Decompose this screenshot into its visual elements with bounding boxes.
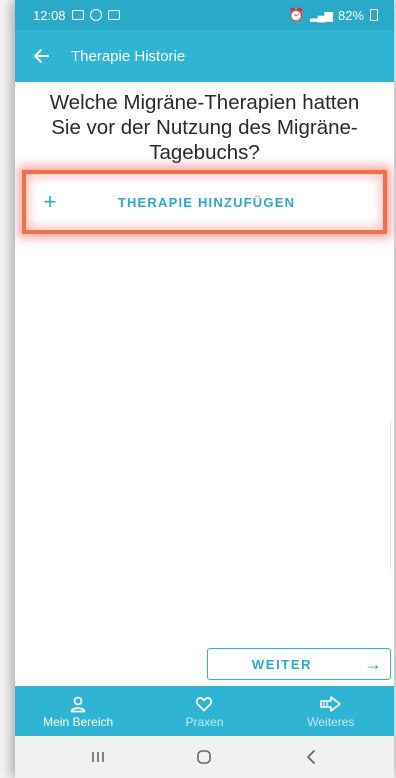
nav-label: Mein Bereich [43,714,114,729]
whatsapp-notification-icon [89,9,102,21]
nav-item-mein-bereich[interactable]: Mein Bereich [15,686,141,736]
mail-notification-icon [107,10,120,20]
status-left: 12:08 [33,8,120,23]
next-button[interactable]: WEITER → [207,648,391,680]
phone-screen: 12:08 ⏰ ▂▄▆ 82% Therapie Historie Welche… [15,0,394,778]
battery-icon [370,9,378,21]
app-title: Therapie Historie [71,47,186,65]
plus-icon: + [43,189,57,214]
status-right: ⏰ ▂▄▆ 82% [288,7,378,23]
signal-icon: ▂▄▆ [310,9,333,22]
recent-apps-icon [92,752,104,762]
bottom-navigation: Mein Bereich Praxen Weiteres [15,686,394,736]
arrow-right-outline-icon [319,694,343,714]
nav-item-weiteres[interactable]: Weiteres [268,686,394,736]
question-text: Welche Migräne-Therapien hatten Sie vor … [49,91,360,164]
recent-apps-button[interactable] [68,742,128,772]
person-icon [69,694,87,714]
nav-label: Praxen [185,714,224,729]
home-button[interactable] [174,742,234,772]
system-navigation-bar [15,736,394,778]
gallery-notification-icon [71,10,84,20]
battery-percentage: 82% [337,7,364,23]
add-therapy-button[interactable]: + THERAPIE HINZUFÜGEN [22,170,387,234]
app-bar: Therapie Historie [15,30,394,82]
status-time: 12:08 [33,7,66,23]
system-back-button[interactable] [281,742,341,772]
nav-item-praxen[interactable]: Praxen [141,686,267,736]
alarm-icon: ⏰ [288,7,305,22]
arrow-left-icon [34,49,49,63]
next-button-label: WEITER [251,656,313,672]
arrow-right-icon: → [364,653,382,674]
scrollbar[interactable] [390,420,394,570]
home-icon [197,750,212,764]
back-button[interactable] [19,30,63,82]
heart-icon [195,694,213,714]
nav-label: Weiteres [307,714,355,729]
chevron-left-icon [306,750,315,764]
add-therapy-label: THERAPIE HINZUFÜGEN [117,194,296,210]
status-bar: 12:08 ⏰ ▂▄▆ 82% [15,0,394,30]
